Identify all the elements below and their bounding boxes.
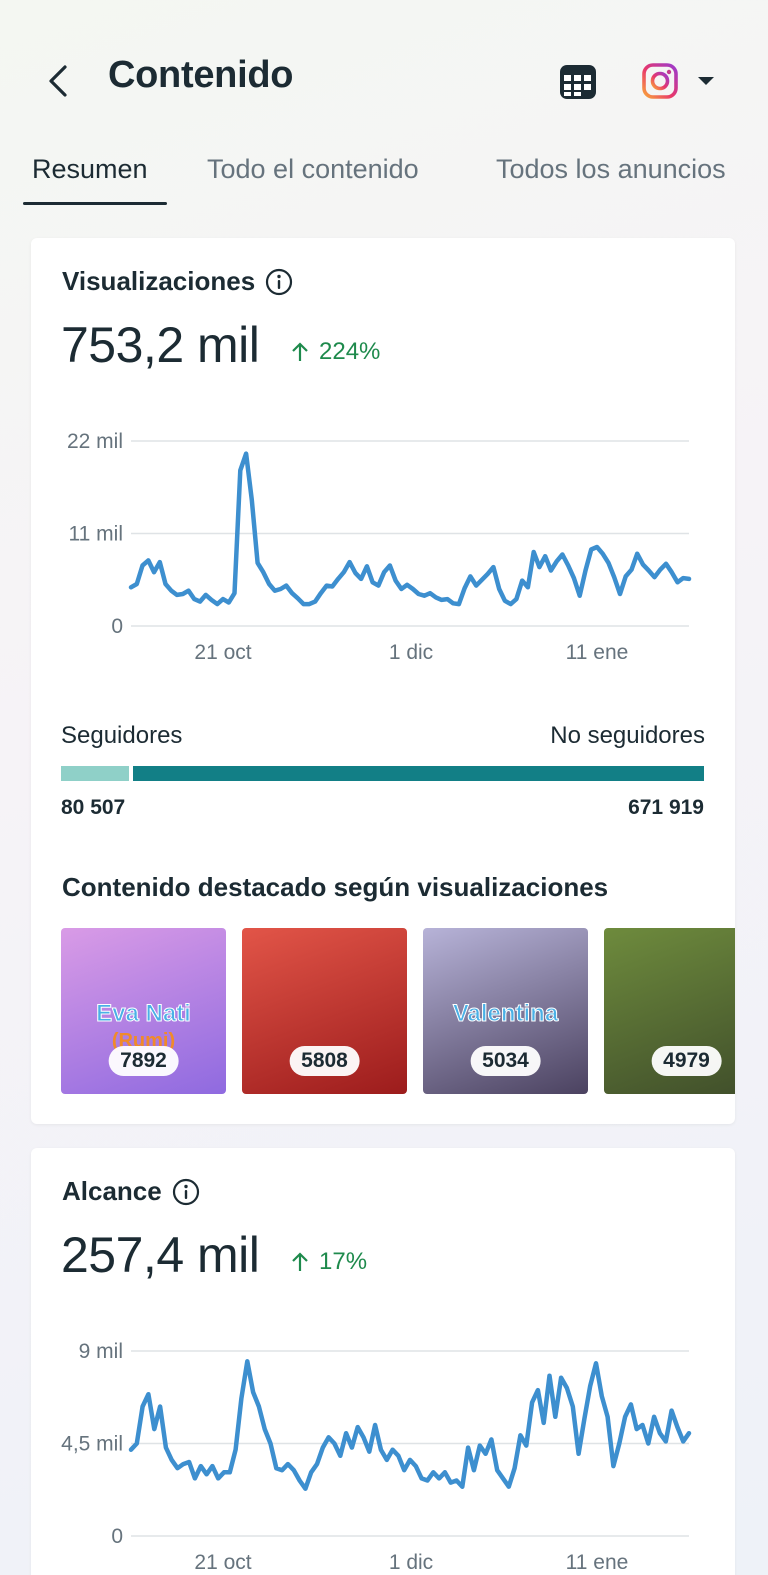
highlighted-content-carousel[interactable]: Eva Nati (Rumi) 7892 5808 Valentina 5034 4979 bbox=[61, 928, 735, 1094]
thumbnail-view-count: 5808 bbox=[289, 1046, 360, 1076]
nonfollowers-value: 671 919 bbox=[628, 796, 704, 819]
content-thumbnail[interactable]: Eva Nati (Rumi) 7892 bbox=[61, 928, 226, 1094]
thumbnail-caption: Valentina bbox=[452, 1000, 559, 1028]
content-thumbnail[interactable]: 5808 bbox=[242, 928, 407, 1094]
x-tick-label: 11 ene bbox=[566, 1551, 629, 1574]
x-tick-label: 1 dic bbox=[389, 641, 433, 664]
active-tab-indicator bbox=[23, 202, 167, 205]
x-tick-label: 11 ene bbox=[566, 641, 629, 664]
header: Contenido bbox=[0, 0, 768, 160]
y-tick-label: 0 bbox=[111, 1525, 123, 1548]
x-tick-label: 1 dic bbox=[389, 1551, 433, 1574]
y-tick-label: 11 mil bbox=[69, 523, 123, 546]
reach-card[interactable]: Alcance 257,4 mil 17% 9 mil 4,5 mil 0 21 oc… bbox=[31, 1148, 735, 1575]
instagram-icon bbox=[642, 63, 678, 99]
chevron-down-icon bbox=[698, 77, 714, 85]
x-tick-label: 21 oct bbox=[194, 1551, 251, 1574]
chevron-left-icon bbox=[49, 65, 67, 97]
y-tick-label: 22 mil bbox=[67, 430, 123, 453]
views-series-line bbox=[128, 451, 692, 607]
calendar-button[interactable] bbox=[556, 60, 600, 104]
thumbnail-caption: Eva Nati bbox=[96, 1000, 192, 1028]
audience-split-bar bbox=[61, 766, 704, 781]
y-tick-label: 4,5 mil bbox=[61, 1433, 123, 1456]
thumbnail-view-count: 4979 bbox=[651, 1046, 722, 1076]
views-line-chart: 22 mil 11 mil 0 21 oct 1 dic 11 ene bbox=[67, 430, 692, 664]
reach-series-line bbox=[128, 1359, 692, 1491]
y-tick-label: 0 bbox=[111, 615, 123, 638]
back-button[interactable] bbox=[38, 58, 78, 104]
x-tick-label: 21 oct bbox=[194, 641, 251, 664]
tab-bar: Resumen Todo el contenido Todos los anun… bbox=[0, 148, 768, 208]
page-title: Contenido bbox=[108, 54, 294, 96]
nonfollowers-bar bbox=[133, 766, 704, 781]
tab-todo-el-contenido[interactable]: Todo el contenido bbox=[207, 154, 419, 185]
account-switcher[interactable] bbox=[640, 58, 720, 104]
nonfollowers-label: No seguidores bbox=[550, 722, 705, 749]
calendar-icon bbox=[560, 65, 596, 99]
thumbnail-view-count: 5034 bbox=[470, 1046, 541, 1076]
tab-resumen[interactable]: Resumen bbox=[32, 154, 148, 185]
highlighted-content-title: Contenido destacado según visualizacione… bbox=[62, 872, 609, 902]
thumbnail-view-count: 7892 bbox=[108, 1046, 179, 1076]
followers-label: Seguidores bbox=[61, 722, 183, 749]
content-thumbnail[interactable]: Valentina 5034 bbox=[423, 928, 588, 1094]
tab-todos-los-anuncios[interactable]: Todos los anuncios bbox=[496, 154, 726, 185]
y-tick-label: 9 mil bbox=[79, 1340, 123, 1363]
followers-bar bbox=[61, 766, 130, 781]
views-card[interactable]: Visualizaciones 753,2 mil 224% 22 mil 11 … bbox=[31, 238, 735, 1124]
reach-line-chart: 9 mil 4,5 mil 0 21 oct 1 dic 11 ene bbox=[61, 1340, 692, 1574]
content-thumbnail[interactable]: 4979 bbox=[604, 928, 735, 1094]
followers-value: 80 507 bbox=[61, 796, 126, 819]
